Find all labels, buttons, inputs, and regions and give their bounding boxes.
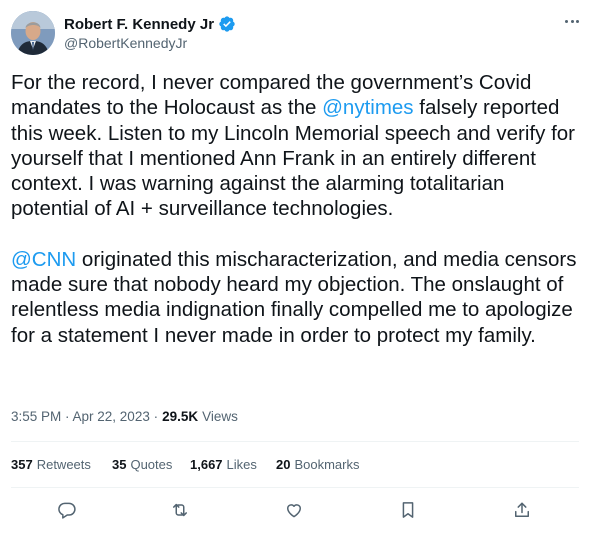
quotes-count: 35 bbox=[112, 457, 127, 472]
views-count: 29.5K bbox=[162, 409, 199, 424]
tweet-text-segment: originated this mischaracterization, and… bbox=[11, 247, 577, 347]
retweets-label: Retweets bbox=[36, 457, 91, 472]
more-options-icon[interactable] bbox=[561, 10, 583, 32]
divider bbox=[11, 487, 579, 488]
tweet-meta: 3:55 PM · Apr 22, 2023 · 29.5K Views bbox=[11, 409, 238, 424]
bookmarks-count: 20 bbox=[276, 457, 291, 472]
tweet-paragraph-2: @CNN originated this mischaracterization… bbox=[11, 247, 583, 348]
likes-label: Likes bbox=[226, 457, 257, 472]
author-name-row[interactable]: Robert F. Kennedy Jr bbox=[64, 14, 236, 34]
bookmarks-label: Bookmarks bbox=[294, 457, 360, 472]
views-label: Views bbox=[202, 409, 238, 424]
mention-link-cnn[interactable]: @CNN bbox=[11, 248, 76, 271]
quotes-stat[interactable]: 35 Quotes bbox=[112, 457, 190, 472]
avatar[interactable] bbox=[11, 11, 55, 55]
tweet-paragraph-1: For the record, I never compared the gov… bbox=[11, 70, 583, 222]
author-name[interactable]: Robert F. Kennedy Jr bbox=[64, 16, 214, 33]
action-bar bbox=[0, 496, 590, 524]
bookmark-icon[interactable] bbox=[394, 496, 422, 524]
like-icon[interactable] bbox=[280, 496, 308, 524]
tweet-text: For the record, I never compared the gov… bbox=[11, 70, 583, 348]
reply-icon[interactable] bbox=[53, 496, 81, 524]
author-handle[interactable]: @RobertKennedyJr bbox=[64, 35, 187, 51]
quotes-label: Quotes bbox=[130, 457, 173, 472]
retweets-stat[interactable]: 357 Retweets bbox=[11, 457, 112, 472]
avatar-photo bbox=[11, 11, 55, 55]
likes-stat[interactable]: 1,667 Likes bbox=[190, 457, 276, 472]
bookmarks-stat[interactable]: 20 Bookmarks bbox=[276, 457, 360, 472]
divider bbox=[11, 441, 579, 442]
share-icon[interactable] bbox=[508, 496, 536, 524]
retweet-icon[interactable] bbox=[166, 496, 194, 524]
mention-link-nytimes[interactable]: @nytimes bbox=[322, 96, 413, 119]
likes-count: 1,667 bbox=[190, 457, 223, 472]
verified-badge-icon bbox=[219, 16, 235, 32]
retweets-count: 357 bbox=[11, 457, 33, 472]
timestamp-link[interactable]: 3:55 PM · Apr 22, 2023 · bbox=[11, 409, 158, 424]
engagement-stats: 357 Retweets 35 Quotes 1,667 Likes 20 Bookma… bbox=[11, 457, 360, 472]
